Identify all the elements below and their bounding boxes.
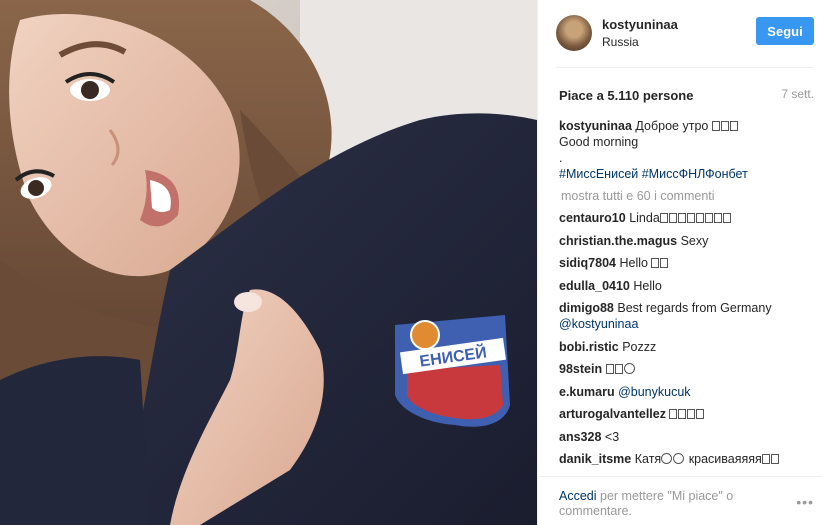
ellipsis-icon[interactable]: ••• — [796, 494, 814, 510]
caption-line2: Good morning — [559, 135, 639, 149]
comment-text: Катя — [634, 452, 662, 466]
comment-item: ans328 <3 — [559, 429, 817, 445]
smile-icon — [661, 452, 685, 466]
comment-text: Hello — [633, 278, 662, 293]
selfie-image: ЕНИСЕЙ — [0, 0, 537, 525]
comment-user[interactable]: danik_itsme — [559, 452, 631, 466]
instagram-post: ЕНИСЕЙ kostyuninaa Russia Segui Piace a … — [0, 0, 822, 525]
post-time[interactable]: 7 sett. — [781, 87, 814, 101]
comment-item: edulla_0410 Hello — [559, 278, 817, 294]
comment-text: Best regards from Germany — [617, 301, 772, 315]
comment-user[interactable]: e.kumaru — [559, 385, 615, 399]
comment-user[interactable]: arturogalvantellez — [559, 407, 666, 421]
caption-line1: Доброе утро — [635, 119, 709, 133]
login-prompt: Accedi per mettere "Mi piace" o commenta… — [559, 489, 799, 519]
caption-line3: . — [559, 151, 563, 165]
location-link[interactable]: Russia — [602, 35, 639, 49]
caption: kostyuninaa Доброе утро Good morning . #… — [559, 118, 817, 182]
emoji-icon — [659, 211, 732, 225]
comment-user[interactable]: sidiq7804 — [559, 256, 616, 270]
caption-user[interactable]: kostyuninaa — [559, 119, 632, 133]
comment-item: centauro10 Linda — [559, 210, 817, 226]
comment-text: Hello — [619, 256, 648, 270]
comment-user[interactable]: ans328 — [559, 430, 601, 444]
comment-text: Pozzz — [622, 339, 657, 354]
comment-item: arturogalvantellez — [559, 406, 817, 422]
comment-mention[interactable]: @bunykucuk — [618, 385, 690, 399]
comment-mention[interactable]: @kostyuninaa — [559, 317, 638, 331]
comment-item: sidiq7804 Hello — [559, 255, 817, 271]
comment-text: Sexy — [680, 233, 709, 248]
comment-user[interactable]: centauro10 — [559, 211, 626, 225]
follow-button[interactable]: Segui — [756, 17, 814, 45]
comment-item: christian.the.magus Sexy — [559, 233, 817, 249]
comment-user[interactable]: 98stein — [559, 362, 602, 376]
comment-tail: красиваяяяя — [688, 452, 762, 466]
comment-item: dimigo88 Best regards from Germany @kost… — [559, 300, 817, 332]
divider — [556, 67, 814, 68]
emoji-icon — [669, 407, 705, 421]
post-sidebar: kostyuninaa Russia Segui Piace a 5.110 p… — [537, 0, 822, 525]
comment-text: Linda — [629, 211, 660, 225]
show-all-comments-link[interactable]: mostra tutti e 60 i commenti — [561, 188, 817, 204]
emoji-icon — [761, 452, 780, 466]
divider — [538, 476, 822, 477]
comment-user[interactable]: edulla_0410 — [559, 279, 630, 293]
comments-list[interactable]: kostyuninaa Доброе утро Good morning . #… — [559, 118, 817, 473]
post-header: kostyuninaa Russia Segui — [556, 12, 814, 67]
comment-user[interactable]: dimigo88 — [559, 301, 614, 315]
emoji-icon — [651, 256, 669, 270]
comment-item: e.kumaru @bunykucuk — [559, 384, 817, 400]
comment-text: <3 — [604, 429, 620, 444]
username-link[interactable]: kostyuninaa — [602, 17, 678, 32]
post-photo[interactable]: ЕНИСЕЙ — [0, 0, 537, 525]
comment-user[interactable]: bobi.ristic — [559, 340, 619, 354]
comment-item: bobi.ristic Pozzz — [559, 339, 817, 355]
caption-hashtags[interactable]: #МиссЕнисей #МиссФНЛФонбет — [559, 167, 748, 181]
avatar[interactable] — [556, 15, 592, 51]
emoji-icon — [605, 362, 636, 376]
emoji-icon — [711, 119, 739, 133]
comment-user[interactable]: christian.the.magus — [559, 234, 677, 248]
comment-item: 98stein — [559, 361, 817, 377]
login-link[interactable]: Accedi — [559, 489, 597, 503]
likes-count[interactable]: Piace a 5.110 persone — [559, 88, 693, 103]
comment-item: danik_itsme Катя красиваяяяя — [559, 451, 817, 467]
